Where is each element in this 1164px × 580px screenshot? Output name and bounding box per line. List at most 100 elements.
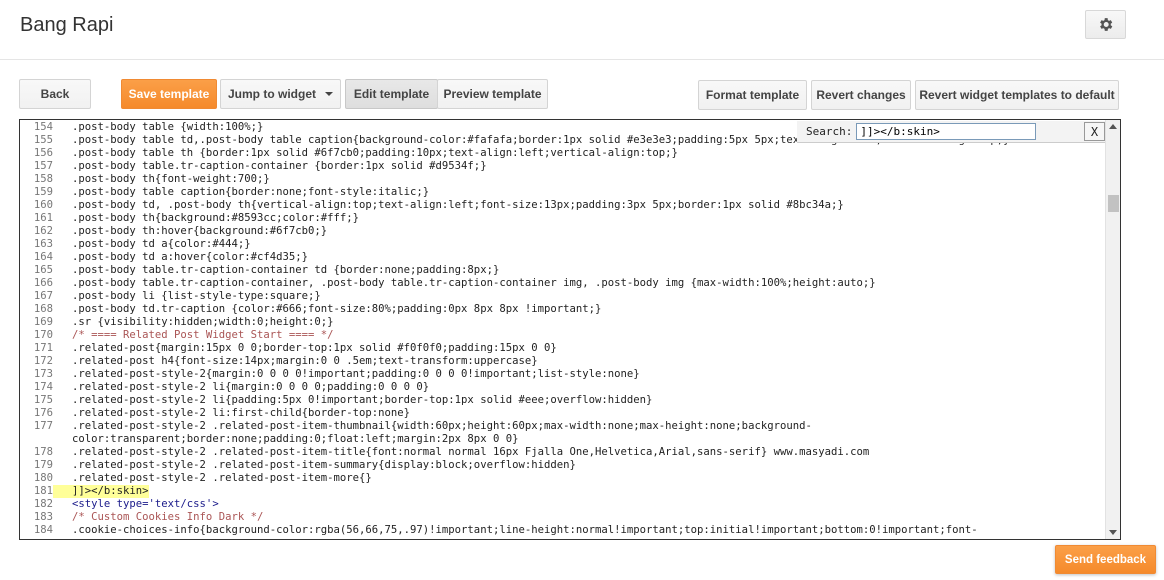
code-line: 170 /* ==== Related Post Widget Start ===…: [20, 329, 1105, 342]
search-bar: Search: X: [797, 121, 1105, 143]
code-line: 164 .post-body td a:hover{color:#cf4d35;}: [20, 251, 1105, 264]
code-line: 156 .post-body table th {border:1px solid…: [20, 147, 1105, 160]
line-code: .post-body td a{color:#444;}: [72, 238, 251, 250]
jump-to-widget-label: Jump to widget: [228, 87, 316, 101]
line-number: 183: [33, 511, 53, 523]
line-number: 164: [33, 251, 53, 263]
line-code: .related-post h4{font-size:14px;margin:0…: [72, 355, 538, 367]
chevron-down-icon: [325, 92, 333, 96]
line-number: 156: [33, 147, 53, 159]
code-line: 169 .sr {visibility:hidden;width:0;height…: [20, 316, 1105, 329]
code-line: 160 .post-body td, .post-body th{vertical…: [20, 199, 1105, 212]
line-code: .post-body table.tr-caption-container {b…: [72, 160, 487, 172]
code-line: 183 /* Custom Cookies Info Dark */: [20, 511, 1105, 524]
code-line: 184 .cookie-choices-info{background-color…: [20, 524, 1105, 537]
revert-changes-button[interactable]: Revert changes: [811, 80, 911, 110]
line-code: .post-body table th {border:1px solid #6…: [72, 147, 678, 159]
code-line: color:transparent;border:none;padding:0;…: [20, 433, 1105, 446]
line-number: 182: [33, 498, 53, 510]
code-line: 176 .related-post-style-2 li:first-child{…: [20, 407, 1105, 420]
line-code: .related-post-style-2 li{padding:5px 0!i…: [72, 394, 653, 406]
line-code: .related-post-style-2{margin:0 0 0 0!imp…: [72, 368, 640, 380]
settings-button[interactable]: [1085, 10, 1126, 39]
scroll-down-arrow-icon[interactable]: [1109, 530, 1117, 535]
line-code: /* Custom Cookies Info Dark */: [72, 511, 264, 523]
code-line: 172 .related-post h4{font-size:14px;margi…: [20, 355, 1105, 368]
code-area[interactable]: 154 .post-body table {width:100%;} 155 .pos…: [20, 120, 1105, 539]
line-number: 179: [33, 459, 53, 471]
line-number: 159: [33, 186, 53, 198]
revert-widget-templates-button[interactable]: Revert widget templates to default: [915, 80, 1119, 110]
line-code: .post-body table {width:100%;}: [72, 121, 264, 133]
line-number: 162: [33, 225, 53, 237]
line-code: .post-body table caption{border:none;fon…: [72, 186, 430, 198]
line-code: .post-body th{background:#8593cc;color:#…: [72, 212, 360, 224]
line-number: 178: [33, 446, 53, 458]
code-line: 159 .post-body table caption{border:none;…: [20, 186, 1105, 199]
scroll-up-arrow-icon[interactable]: [1109, 124, 1117, 129]
send-feedback-button[interactable]: Send feedback: [1055, 545, 1156, 574]
line-code: .related-post-style-2 li{margin:0 0 0 0;…: [72, 381, 430, 393]
code-line: 166 .post-body table.tr-caption-container…: [20, 277, 1105, 290]
line-number: 170: [33, 329, 53, 341]
line-number: 175: [33, 394, 53, 406]
code-line: 168 .post-body td.tr-caption {color:#666;…: [20, 303, 1105, 316]
code-line: 175 .related-post-style-2 li{padding:5px …: [20, 394, 1105, 407]
line-number: 165: [33, 264, 53, 276]
line-code: .post-body li {list-style-type:square;}: [72, 290, 321, 302]
code-line: 173 .related-post-style-2{margin:0 0 0 0!…: [20, 368, 1105, 381]
code-line: 158 .post-body th{font-weight:700;}: [20, 173, 1105, 186]
code-line: 178 .related-post-style-2 .related-post-i…: [20, 446, 1105, 459]
search-input[interactable]: [856, 123, 1037, 140]
line-code: .post-body th:hover{background:#6f7cb0;}: [72, 225, 328, 237]
line-number: 167: [33, 290, 53, 302]
line-number: 168: [33, 303, 53, 315]
line-code: .related-post-style-2 .related-post-item…: [72, 420, 812, 432]
code-line: 163 .post-body td a{color:#444;}: [20, 238, 1105, 251]
line-code: .post-body td a:hover{color:#cf4d35;}: [72, 251, 308, 263]
code-line: 162 .post-body th:hover{background:#6f7cb…: [20, 225, 1105, 238]
line-number: 176: [33, 407, 53, 419]
scroll-thumb[interactable]: [1108, 195, 1119, 212]
line-number: 180: [33, 472, 53, 484]
code-line: 167 .post-body li {list-style-type:square…: [20, 290, 1105, 303]
line-number: [20, 433, 53, 446]
save-template-button[interactable]: Save template: [121, 79, 217, 109]
code-line: 161 .post-body th{background:#8593cc;colo…: [20, 212, 1105, 225]
line-code: .related-post{margin:15px 0 0;border-top…: [72, 342, 557, 354]
code-line: 179 .related-post-style-2 .related-post-i…: [20, 459, 1105, 472]
code-line: 171 .related-post{margin:15px 0 0;border-…: [20, 342, 1105, 355]
format-template-button[interactable]: Format template: [698, 80, 807, 110]
edit-template-button[interactable]: Edit template: [345, 79, 438, 109]
line-code: .post-body th{font-weight:700;}: [72, 173, 270, 185]
line-code: .related-post-style-2 .related-post-item…: [72, 472, 372, 484]
line-number: 171: [33, 342, 53, 354]
line-number: 154: [33, 121, 53, 133]
app-header: Bang Rapi: [0, 0, 1164, 60]
line-code: .post-body td.tr-caption {color:#666;fon…: [72, 303, 602, 315]
line-code: .related-post-style-2 li:first-child{bor…: [72, 407, 411, 419]
code-editor[interactable]: 154 .post-body table {width:100%;} 155 .pos…: [19, 119, 1121, 540]
preview-template-button[interactable]: Preview template: [437, 79, 548, 109]
line-code: ]]></b:skin>: [53, 485, 149, 498]
line-number: 184: [33, 524, 53, 536]
close-search-button[interactable]: X: [1084, 122, 1105, 141]
code-line: 174 .related-post-style-2 li{margin:0 0 0…: [20, 381, 1105, 394]
line-code: .post-body table.tr-caption-container, .…: [72, 277, 876, 289]
line-code: .related-post-style-2 .related-post-item…: [72, 459, 576, 471]
line-number: 177: [33, 420, 53, 432]
vertical-scrollbar[interactable]: [1105, 120, 1120, 539]
line-code: color:transparent;border:none;padding:0;…: [72, 433, 519, 445]
line-number: 166: [33, 277, 53, 289]
line-code: .post-body td, .post-body th{vertical-al…: [72, 199, 844, 211]
back-button[interactable]: Back: [19, 79, 91, 109]
gear-icon: [1100, 18, 1113, 31]
line-number: 181: [33, 485, 53, 497]
jump-to-widget-dropdown[interactable]: Jump to widget: [220, 79, 341, 109]
line-code: .post-body table.tr-caption-container td…: [72, 264, 500, 276]
line-number: 163: [33, 238, 53, 250]
line-code: .cookie-choices-info{background-color:rg…: [72, 524, 978, 536]
line-number: 161: [33, 212, 53, 224]
code-line: 182 <style type='text/css'>: [20, 498, 1105, 511]
line-number: 173: [33, 368, 53, 380]
